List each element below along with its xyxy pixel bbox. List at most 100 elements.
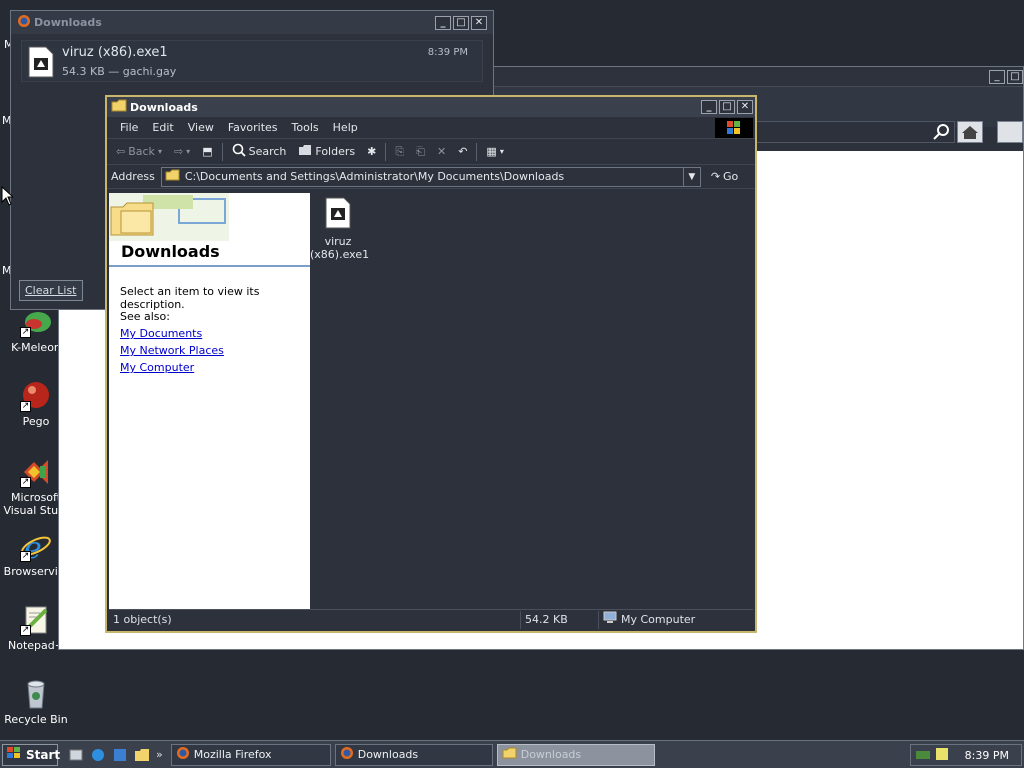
clear-list-button[interactable]: Clear List bbox=[19, 279, 83, 301]
undo-button[interactable]: ↶ bbox=[455, 143, 470, 160]
menu-help[interactable]: Help bbox=[326, 121, 365, 134]
views-button[interactable]: ▦ ▾ bbox=[483, 143, 506, 160]
minimize-button[interactable]: _ bbox=[989, 70, 1005, 84]
chevron-down-icon: ▾ bbox=[499, 147, 504, 156]
link-my-documents[interactable]: My Documents bbox=[120, 327, 202, 340]
task-pane-header: Downloads bbox=[109, 193, 310, 267]
move-to-icon: ⎘ bbox=[395, 144, 405, 158]
address-label: Address bbox=[111, 170, 155, 183]
file-list-area[interactable]: viruz (x86).exe1 bbox=[310, 193, 753, 609]
folder-icon bbox=[165, 169, 180, 184]
address-path: C:\Documents and Settings\Administrator\… bbox=[184, 170, 565, 183]
see-also-label: See also: bbox=[120, 310, 170, 323]
downloads-titlebar[interactable]: Downloads _ □ ✕ bbox=[11, 11, 493, 34]
firefox-icon bbox=[176, 746, 190, 763]
search-label: Search bbox=[248, 145, 287, 158]
back-arrow-icon: ⇦ bbox=[116, 145, 126, 158]
kmeleon-icon: ↗ bbox=[20, 306, 52, 338]
search-button[interactable]: Search bbox=[229, 141, 290, 162]
menu-bar: File Edit View Favorites Tools Help bbox=[107, 117, 755, 139]
explorer-titlebar[interactable]: Downloads _ □ ✕ bbox=[107, 97, 755, 117]
back-button[interactable]: ⇦ Back ▾ bbox=[113, 143, 165, 160]
home-icon bbox=[962, 126, 978, 139]
windows-logo-icon bbox=[715, 118, 753, 138]
folders-button[interactable]: Folders bbox=[295, 142, 358, 161]
search-icon bbox=[232, 143, 246, 160]
system-tray: 8:39 PM bbox=[910, 744, 1022, 766]
link-my-computer[interactable]: My Computer bbox=[120, 361, 194, 374]
menu-favorites[interactable]: Favorites bbox=[221, 121, 285, 134]
internet-explorer-icon[interactable] bbox=[90, 747, 106, 763]
address-bar: Address C:\Documents and Settings\Admini… bbox=[107, 165, 755, 189]
home-button[interactable] bbox=[957, 121, 983, 143]
menu-view[interactable]: View bbox=[181, 121, 221, 134]
search-icon[interactable] bbox=[933, 124, 949, 143]
undo-icon: ↶ bbox=[458, 145, 468, 158]
task-pane-description: Select an item to view its description. bbox=[120, 285, 260, 311]
search-input[interactable] bbox=[735, 121, 955, 143]
standard-toolbar: ⇦ Back ▾ ⇨ ▾ ⬒ Search Folders ✱ ⎘ ⎗ ✕ ↶ … bbox=[107, 139, 755, 165]
pego-icon: ↗ bbox=[20, 380, 52, 412]
close-button[interactable]: ✕ bbox=[471, 15, 487, 30]
address-input[interactable]: C:\Documents and Settings\Administrator\… bbox=[160, 166, 701, 187]
back-label: Back bbox=[128, 145, 155, 158]
close-button[interactable]: ✕ bbox=[737, 100, 753, 114]
link-my-network-places[interactable]: My Network Places bbox=[120, 344, 224, 357]
task-button-explorer-downloads[interactable]: Downloads bbox=[496, 743, 655, 766]
status-bar: 1 object(s) 54.2 KB My Computer bbox=[109, 609, 753, 629]
file-item[interactable]: viruz (x86).exe1 bbox=[310, 197, 370, 261]
folder-banner-icon bbox=[109, 193, 229, 241]
delete-button[interactable]: ✕ bbox=[434, 143, 449, 160]
file-name: (x86).exe1 bbox=[310, 248, 370, 261]
desktop-icon-recycle-bin[interactable]: Recycle Bin bbox=[1, 678, 71, 726]
show-desktop-icon[interactable] bbox=[68, 747, 84, 763]
task-label: Downloads bbox=[520, 748, 582, 761]
explorer-icon[interactable] bbox=[134, 747, 150, 763]
recycle-bin-icon bbox=[20, 678, 52, 710]
task-button-firefox-downloads[interactable]: Downloads bbox=[334, 743, 493, 766]
visual-studio-icon: ↗ bbox=[20, 456, 52, 488]
chevron-right-icon[interactable]: » bbox=[156, 748, 163, 761]
menu-file[interactable]: File bbox=[113, 121, 145, 134]
history-icon: ✱ bbox=[367, 145, 377, 158]
views-icon: ▦ bbox=[486, 145, 497, 158]
go-arrow-icon: ↷ bbox=[710, 170, 721, 183]
explorer-window[interactable]: Downloads _ □ ✕ File Edit View Favorites… bbox=[105, 95, 757, 633]
download-item[interactable]: viruz (x86).exe1 54.3 KB — gachi.gay 8:3… bbox=[21, 40, 483, 82]
maximize-button[interactable]: □ bbox=[1007, 70, 1023, 84]
mouse-cursor-icon bbox=[1, 185, 15, 209]
minimize-button[interactable]: _ bbox=[701, 100, 717, 114]
window-title: Downloads bbox=[34, 16, 102, 29]
status-location: My Computer bbox=[599, 611, 749, 629]
delete-icon: ✕ bbox=[436, 145, 447, 158]
history-button[interactable]: ✱ bbox=[364, 143, 379, 160]
menu-edit[interactable]: Edit bbox=[145, 121, 180, 134]
start-button[interactable]: Start bbox=[2, 743, 60, 766]
media-player-icon[interactable] bbox=[112, 747, 128, 763]
go-label: Go bbox=[723, 170, 739, 183]
task-button-firefox[interactable]: Mozilla Firefox bbox=[170, 743, 331, 766]
chevron-down-icon: ▼ bbox=[688, 171, 696, 182]
maximize-button[interactable]: □ bbox=[719, 100, 735, 114]
desktop-icon-label: Recycle Bin bbox=[4, 713, 68, 726]
clock[interactable]: 8:39 PM bbox=[965, 749, 1009, 762]
toolbar-button[interactable] bbox=[997, 121, 1023, 143]
taskbar: Start » Mozilla Firefox Downloads Downlo… bbox=[0, 740, 1024, 768]
move-to-button[interactable]: ⎘ bbox=[392, 143, 407, 161]
tray-app-icon[interactable] bbox=[915, 747, 931, 764]
go-button[interactable]: ↷ Go bbox=[707, 170, 742, 183]
chevron-down-icon[interactable]: ▾ bbox=[158, 147, 162, 156]
menu-tools[interactable]: Tools bbox=[285, 121, 326, 134]
firefox-icon bbox=[340, 746, 354, 763]
firefox-icon bbox=[17, 14, 31, 31]
minimize-button[interactable]: _ bbox=[435, 15, 451, 30]
chevron-down-icon[interactable]: ▾ bbox=[186, 147, 190, 156]
forward-button[interactable]: ⇨ ▾ bbox=[171, 143, 193, 160]
copy-to-button[interactable]: ⎗ bbox=[413, 143, 428, 161]
copy-to-icon: ⎗ bbox=[416, 144, 425, 158]
folders-label: Folders bbox=[315, 145, 356, 158]
up-folder-button[interactable]: ⬒ bbox=[199, 143, 215, 160]
maximize-button[interactable]: □ bbox=[453, 15, 469, 30]
tray-app-icon[interactable] bbox=[935, 747, 949, 764]
address-dropdown-button[interactable]: ▼ bbox=[682, 167, 700, 186]
